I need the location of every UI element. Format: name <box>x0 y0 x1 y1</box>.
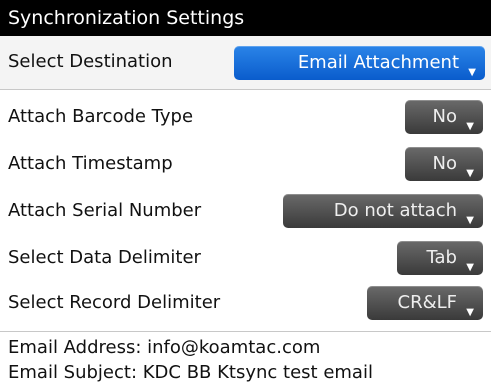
attach-timestamp-row: Attach Timestamp No ▼ <box>0 143 491 187</box>
select-data-delimiter-row: Select Data Delimiter Tab ▼ <box>0 237 491 281</box>
select-record-delimiter-row: Select Record Delimiter CR&LF ▼ <box>0 282 491 326</box>
attach-serial-number-value: Do not attach <box>333 200 457 221</box>
chevron-down-icon: ▼ <box>466 121 474 132</box>
attach-barcode-type-row: Attach Barcode Type No ▼ <box>0 96 491 140</box>
chevron-down-icon: ▼ <box>466 215 474 226</box>
attach-serial-number-dropdown[interactable]: Do not attach ▼ <box>283 194 483 228</box>
email-address-text: Email Address: info@koamtac.com <box>8 337 321 358</box>
attach-barcode-type-label: Attach Barcode Type <box>8 106 194 127</box>
select-record-delimiter-value: CR&LF <box>397 292 458 313</box>
attach-barcode-type-dropdown[interactable]: No ▼ <box>405 100 483 134</box>
attach-timestamp-label: Attach Timestamp <box>8 153 173 174</box>
attach-barcode-type-value: No <box>432 106 457 127</box>
select-destination-row: Select Destination Email Attachment ▼ <box>0 36 491 89</box>
email-subject-text: Email Subject: KDC BB Ktsync test email <box>8 362 373 383</box>
select-record-delimiter-label: Select Record Delimiter <box>8 292 221 313</box>
attach-timestamp-dropdown[interactable]: No ▼ <box>405 147 483 181</box>
select-data-delimiter-label: Select Data Delimiter <box>8 247 201 268</box>
select-record-delimiter-dropdown[interactable]: CR&LF ▼ <box>367 286 483 320</box>
chevron-down-icon: ▼ <box>466 168 474 179</box>
divider <box>0 331 491 332</box>
chevron-down-icon: ▼ <box>468 67 476 78</box>
select-destination-label: Select Destination <box>8 51 173 72</box>
chevron-down-icon: ▼ <box>466 307 474 318</box>
select-data-delimiter-value: Tab <box>426 247 457 268</box>
attach-serial-number-row: Attach Serial Number Do not attach ▼ <box>0 190 491 234</box>
select-data-delimiter-dropdown[interactable]: Tab ▼ <box>397 241 483 275</box>
attach-serial-number-label: Attach Serial Number <box>8 200 202 221</box>
select-destination-value: Email Attachment <box>297 52 459 73</box>
divider <box>0 89 491 90</box>
select-destination-dropdown[interactable]: Email Attachment ▼ <box>234 46 485 80</box>
attach-timestamp-value: No <box>432 153 457 174</box>
chevron-down-icon: ▼ <box>466 262 474 273</box>
screen-title: Synchronization Settings <box>0 0 491 36</box>
